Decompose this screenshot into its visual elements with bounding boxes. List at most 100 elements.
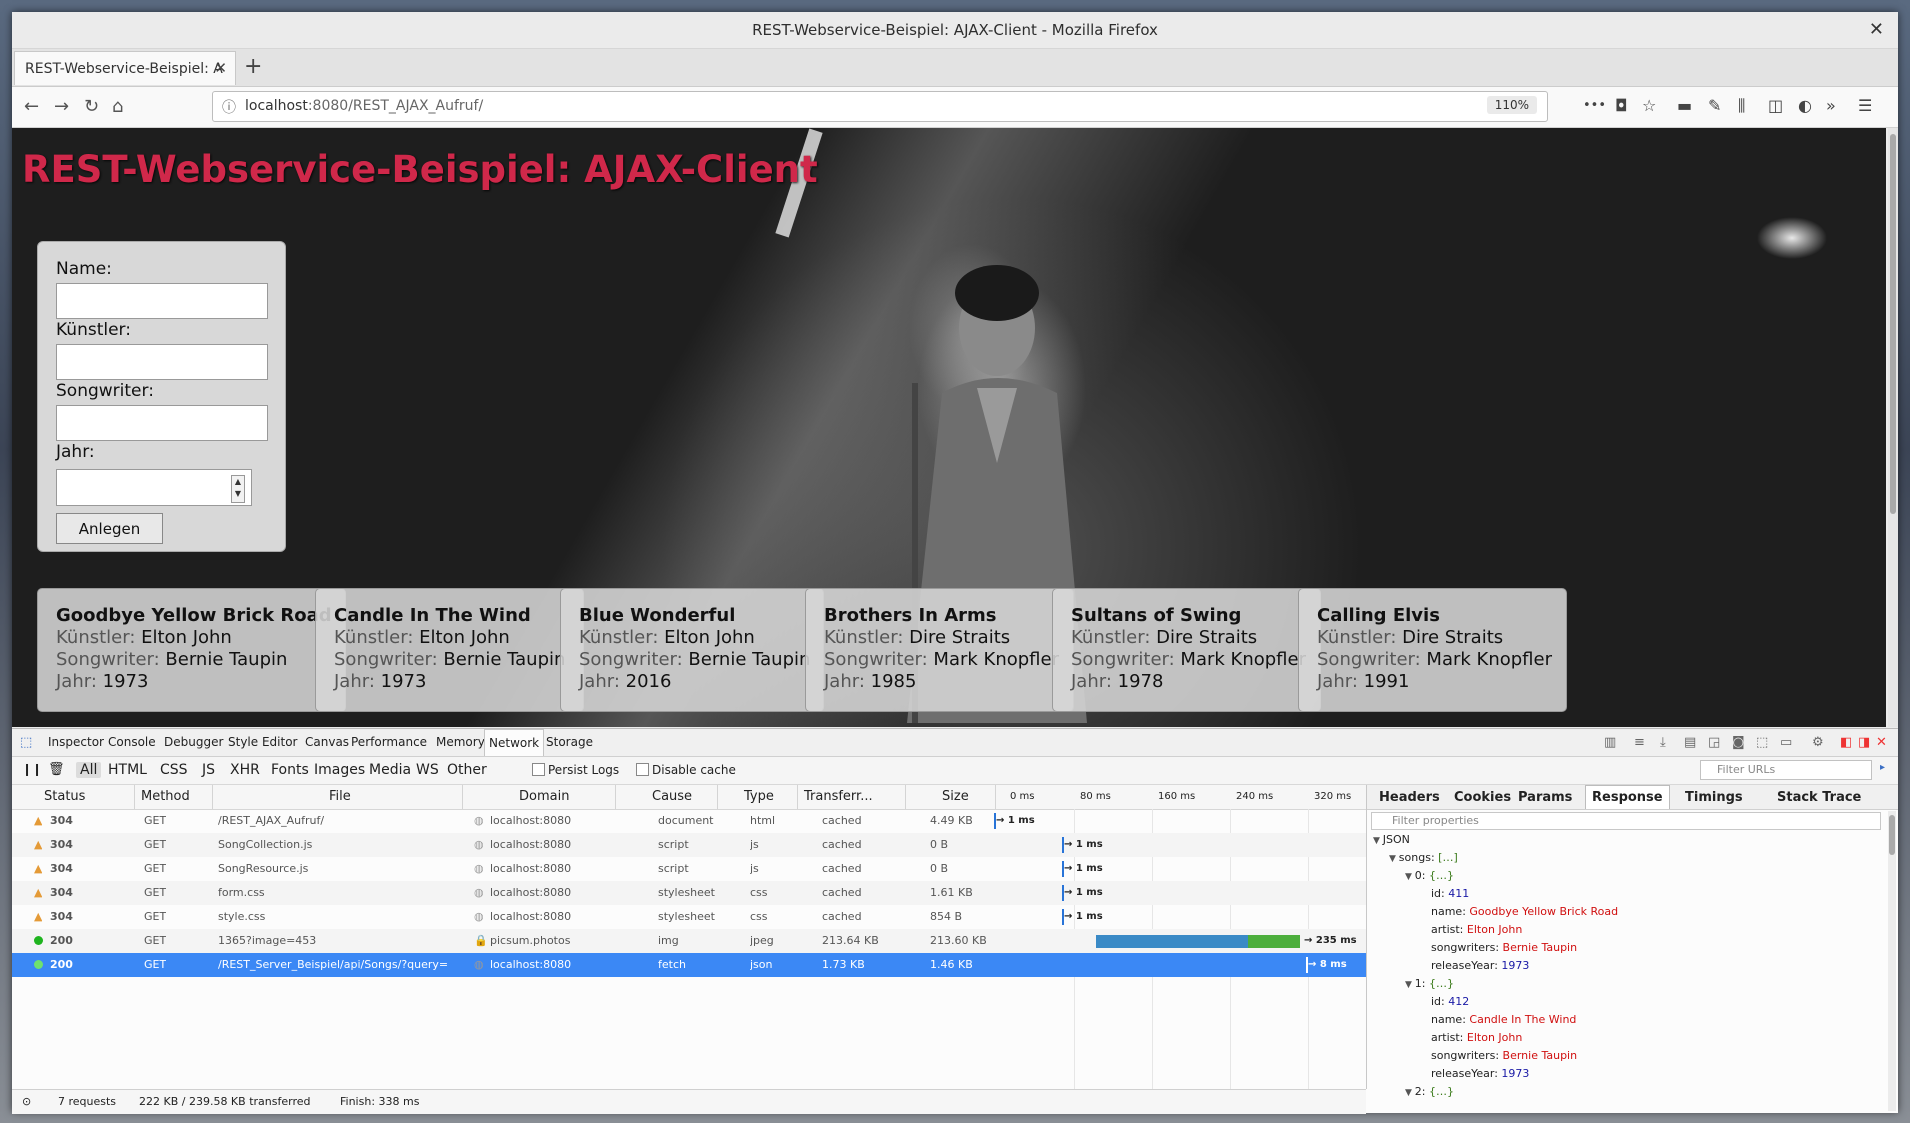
devices-icon[interactable]: ▬ [1677,96,1692,115]
dock-side-icon[interactable]: ◧ [1840,735,1852,750]
filter-js[interactable]: JS [202,762,215,778]
details-tab-cookies[interactable]: Cookies [1454,790,1511,805]
request-row[interactable]: ▲ 304 GET/REST_AJAX_Aufruf/localhost:8080 d… [12,809,1366,833]
sidebar-icon[interactable]: ◫ [1768,96,1783,115]
column-header-method[interactable]: Method [135,785,213,809]
details-tab-params[interactable]: Params [1518,790,1572,805]
expand-triangle-icon[interactable]: ▼ [1405,872,1415,882]
expand-triangle-icon[interactable]: ▼ [1389,854,1399,864]
json-field-artist: artist: Elton John [1431,923,1522,936]
library-icon[interactable]: ⫼ [1738,96,1745,116]
devtools-tab-memory[interactable]: Memory [436,735,485,749]
devtools-tab-inspector[interactable]: Inspector [48,735,104,749]
bookmark-star-icon[interactable]: ☆ [1642,96,1656,115]
undock-icon[interactable]: ◨ [1858,735,1870,750]
browser-tab[interactable]: REST-Webservice-Beispiel: A ✕ [14,51,236,85]
toggle-sidebar-icon[interactable]: ▸ [1880,762,1885,773]
persist-logs-checkbox[interactable]: Persist Logs [532,763,619,777]
expand-triangle-icon[interactable]: ▼ [1405,1088,1415,1098]
filter-properties-input[interactable]: Filter properties [1371,812,1881,830]
details-tab-headers[interactable]: Headers [1379,790,1440,805]
clear-trash-icon[interactable]: 🗑 [48,762,65,777]
devtools-tab-console[interactable]: Console [108,735,156,749]
close-devtools-icon[interactable]: ✕ [1876,735,1887,750]
year-stepper-arrows[interactable]: ▲ ▼ [231,475,245,503]
submit-button[interactable]: Anlegen [56,513,163,544]
filter-html[interactable]: HTML [108,762,147,778]
column-header-cause[interactable]: Cause [616,785,718,809]
filter-fonts[interactable]: Fonts [271,762,309,778]
back-icon[interactable]: ← [24,96,39,117]
filter-xhr[interactable]: XHR [230,762,260,778]
devtools-tab-network[interactable]: Network [484,729,545,756]
devtools-tab-storage[interactable]: Storage [546,735,593,749]
request-row[interactable]: ▲ 304 GET style.css localhost:8080 stylesheet… [12,905,1366,929]
download-icon[interactable]: ⤓ [1660,735,1666,750]
request-row[interactable]: ▲ 304 GET form.css localhost:8080 stylesheet c… [12,881,1366,905]
split-console-icon[interactable]: ≡ [1634,735,1645,750]
year-number-input[interactable]: ▲ ▼ [56,469,252,506]
close-window-icon[interactable]: ✕ [1869,19,1884,40]
request-row[interactable]: 200 GET 1365?image=453 picsum.photos img jpeg… [12,929,1366,953]
expand-triangle-icon[interactable]: ▼ [1373,836,1383,846]
request-row[interactable]: ▲ 304 GET SongResource.js localhost:8080 scri… [12,857,1366,881]
element-picker-icon[interactable]: ⬚ [20,735,32,750]
filter-all[interactable]: All [76,762,102,778]
expand-triangle-icon[interactable]: ▼ [1405,980,1415,990]
filter-css[interactable]: CSS [160,762,188,778]
extension-icon[interactable]: ◐ [1798,96,1812,115]
filter-images[interactable]: Images [314,762,365,778]
songwriter-input[interactable] [56,405,268,441]
filter-urls-input[interactable]: Filter URLs [1700,760,1872,780]
site-info-icon[interactable]: ⓘ [222,97,236,117]
menu-icon[interactable]: ☰ [1858,96,1872,115]
home-icon[interactable]: ⌂ [112,96,123,117]
reload-icon[interactable]: ↻ [84,96,99,117]
column-header-transferred[interactable]: Transferr... [798,785,906,809]
artist-input[interactable] [56,344,268,380]
devtools-tab-canvas[interactable]: Canvas [305,735,349,749]
forward-icon[interactable]: → [54,96,69,117]
overflow-icon[interactable]: » [1826,96,1836,115]
filter-ws[interactable]: WS [416,762,439,778]
column-header-status[interactable]: Status [12,785,135,809]
disable-cache-checkbox[interactable]: Disable cache [636,763,736,777]
close-tab-icon[interactable]: ✕ [214,59,227,77]
url-bar[interactable]: ⓘ localhost:8080/REST_AJAX_Aufruf/ 110% [212,91,1548,122]
column-header-domain[interactable]: Domain [463,785,616,809]
details-scrollbar-thumb[interactable] [1889,815,1895,855]
details-tab-timings[interactable]: Timings [1685,790,1743,805]
dock-icon[interactable]: ▥ [1604,735,1616,750]
request-row[interactable]: ▲ 304 GET SongCollection.js localhost:8080 sc… [12,833,1366,857]
column-header-size[interactable]: Size [906,785,996,809]
screenshot-icon[interactable]: ◙ [1732,735,1745,750]
responsive-icon[interactable]: ◲ [1708,735,1720,750]
wrench-icon[interactable]: ✎ [1708,96,1721,115]
pocket-icon[interactable]: ◘ [1615,96,1628,115]
page-scrollbar[interactable] [1888,128,1898,727]
devtools-tab-performance[interactable]: Performance [351,735,427,749]
request-row[interactable]: 200 GET/REST_Server_Beispiel/api/Songs/?q… [12,953,1366,977]
details-tab-response[interactable]: Response [1585,785,1670,809]
name-input[interactable] [56,283,268,319]
settings-gear-icon[interactable]: ⚙ [1812,735,1824,750]
zoom-indicator[interactable]: 110% [1486,96,1537,114]
scratchpad-icon[interactable]: ▤ [1684,735,1696,750]
column-header-file[interactable]: File [213,785,463,809]
details-tab-stack-trace[interactable]: Stack Trace [1777,790,1861,805]
perf-icon[interactable]: ⊙ [22,1095,31,1108]
frames-icon[interactable]: ⬚ [1756,735,1768,750]
new-tab-button[interactable]: + [244,54,262,79]
page-scrollbar-thumb[interactable] [1890,134,1896,514]
rulers-icon[interactable]: ▭ [1780,735,1792,750]
song-card: Sultans of Swing Künstler: Dire Straits So… [1052,588,1321,712]
filter-other[interactable]: Other [447,762,487,778]
filter-media[interactable]: Media [369,762,411,778]
column-header-type[interactable]: Type [718,785,798,809]
page-actions-icon[interactable]: ••• [1583,98,1606,113]
devtools-tab-style-editor[interactable]: Style Editor [228,735,297,749]
pause-icon[interactable]: ❙❙ [22,762,42,776]
details-scrollbar[interactable] [1888,811,1896,1111]
devtools-tab-debugger[interactable]: Debugger [164,735,223,749]
song-year-label: Jahr: [1317,671,1358,692]
